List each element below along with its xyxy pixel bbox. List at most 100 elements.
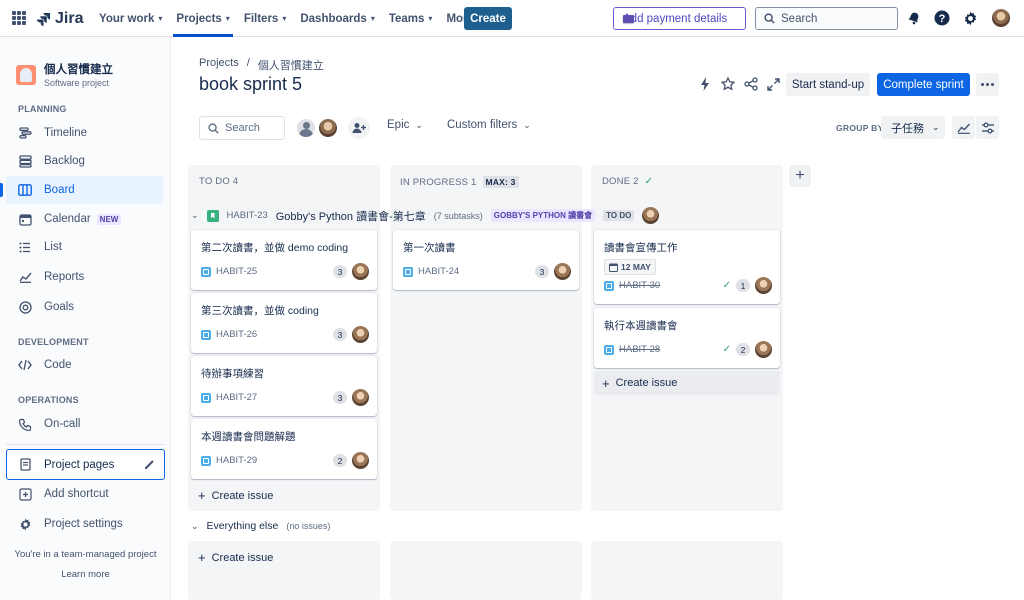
estimate-badge: 3 — [535, 265, 549, 278]
epic-filter[interactable]: Epic ⌄ — [387, 119, 423, 131]
project-name: 個人習慣建立 — [44, 64, 113, 76]
insights-icon[interactable] — [952, 116, 975, 139]
assignee-avatar[interactable] — [317, 117, 339, 139]
sidebar-item-reports[interactable]: Reports — [6, 263, 163, 291]
swimlane-everything-else[interactable]: ⌄ Everything else (no issues) — [191, 520, 330, 532]
sidebar-divider — [6, 444, 165, 445]
due-date-text: 12 MAY — [621, 262, 651, 272]
project-header[interactable]: 個人習慣建立 Software project — [16, 61, 113, 88]
card-assignee-avatar — [554, 263, 571, 280]
team-managed-note: You're in a team-managed project — [14, 549, 157, 560]
share-icon[interactable] — [743, 76, 759, 92]
issue-card[interactable]: 讀書會宣傳工作 12 MAY HABIT-30 ✓ 1 — [594, 230, 780, 304]
create-issue-label: Create issue — [211, 551, 274, 564]
card-key: HABIT-27 — [216, 392, 258, 403]
plus-icon: + — [602, 375, 610, 391]
plus-icon: + — [198, 488, 206, 503]
create-issue-button-other[interactable]: + Create issue — [198, 550, 273, 565]
learn-more-link[interactable]: Learn more — [0, 569, 171, 580]
more-actions-button[interactable] — [976, 73, 999, 96]
sidebar-item-oncall[interactable]: On-call — [6, 410, 163, 438]
board-search-placeholder: Search — [225, 122, 260, 134]
development-section-label: DEVELOPMENT — [18, 337, 89, 347]
timeline-icon — [18, 126, 32, 140]
notifications-icon[interactable] — [906, 10, 922, 26]
sidebar-item-project-settings[interactable]: Project settings — [6, 510, 163, 538]
project-sidebar: 個人習慣建立 Software project PLANNING Timelin… — [0, 37, 171, 600]
board-search-input[interactable]: Search — [199, 116, 285, 140]
group-by-select[interactable]: 子任務 ⌄ — [881, 116, 945, 139]
chevron-down-icon: ⌄ — [191, 210, 199, 220]
project-avatar — [16, 64, 36, 85]
sidebar-item-timeline[interactable]: Timeline — [6, 119, 163, 147]
sidebar-item-label: Goals — [44, 301, 75, 313]
card-assignee-avatar — [352, 452, 369, 469]
nav-projects[interactable]: Projects ▾ — [169, 0, 236, 37]
custom-filters-label: Custom filters — [447, 119, 518, 131]
chevron-down-icon: ⌄ — [415, 119, 423, 130]
credit-card-icon — [623, 14, 634, 23]
add-column-button[interactable]: + — [789, 165, 811, 187]
epic-filter-label: Epic — [387, 119, 410, 131]
sidebar-item-goals[interactable]: Goals — [6, 293, 163, 321]
help-icon[interactable]: ? — [934, 10, 950, 26]
nav-your-work[interactable]: Your work ▾ — [92, 0, 169, 37]
settings-gear-icon[interactable] — [962, 10, 978, 26]
sidebar-item-project-pages[interactable]: Project pages — [6, 449, 165, 480]
issue-card[interactable]: 第三次讀書，並做 coding HABIT-26 3 — [191, 293, 377, 353]
custom-filters[interactable]: Custom filters ⌄ — [447, 119, 531, 131]
nav-teams[interactable]: Teams ▾ — [382, 0, 440, 37]
global-search-input[interactable]: Search — [755, 7, 898, 30]
breadcrumb-project[interactable]: 個人習慣建立 — [258, 57, 324, 73]
column-header-done: DONE 2 ✓ — [602, 176, 653, 187]
due-date-lozenge: 12 MAY — [604, 259, 656, 275]
jira-logo[interactable]: Jira — [36, 10, 83, 28]
sidebar-item-board[interactable]: Board — [0, 176, 163, 204]
issue-card[interactable]: 本週讀書會問題解題 HABIT-29 2 — [191, 419, 377, 479]
sidebar-item-label: Add shortcut — [44, 488, 109, 500]
add-payment-button[interactable]: Add payment details — [613, 7, 746, 30]
start-standup-button[interactable]: Start stand-up — [786, 73, 870, 96]
create-issue-button-todo[interactable]: + Create issue — [198, 488, 273, 503]
epic-lozenge: GOBBY'S PYTHON 讀書會 — [490, 209, 596, 222]
create-button[interactable]: Create — [464, 7, 512, 30]
complete-sprint-button[interactable]: Complete sprint — [877, 73, 970, 96]
issue-card[interactable]: 待辦事項練習 HABIT-27 3 — [191, 356, 377, 416]
sidebar-item-add-shortcut[interactable]: Add shortcut — [6, 480, 163, 508]
unassigned-avatar[interactable] — [295, 117, 317, 139]
calendar-icon — [609, 263, 618, 272]
column-done-other — [591, 541, 783, 600]
breadcrumb-projects[interactable]: Projects — [199, 57, 239, 73]
card-assignee-avatar — [352, 389, 369, 406]
sidebar-item-backlog[interactable]: Backlog — [6, 147, 163, 175]
sidebar-item-code[interactable]: Code — [6, 351, 163, 379]
page-title: book sprint 5 — [199, 74, 303, 94]
add-shortcut-icon — [18, 487, 32, 501]
view-settings-icon[interactable] — [976, 116, 999, 139]
expand-icon[interactable] — [765, 76, 781, 92]
issue-card[interactable]: 第二次讀書，並做 demo coding HABIT-25 3 — [191, 230, 377, 290]
create-issue-button-done[interactable]: + Create issue — [594, 371, 780, 395]
lightning-icon[interactable] — [697, 76, 713, 92]
subtask-icon — [201, 329, 211, 340]
status-lozenge: TO DO — [603, 210, 635, 221]
sidebar-item-label: Backlog — [44, 155, 85, 167]
chevron-down-icon: ▾ — [158, 14, 163, 23]
add-person-icon[interactable] — [348, 117, 370, 139]
issue-card[interactable]: 第一次讀書 HABIT-24 3 — [393, 230, 579, 290]
card-assignee-avatar — [352, 326, 369, 343]
nav-dashboards[interactable]: Dashboards ▾ — [293, 0, 381, 37]
reports-icon — [18, 270, 32, 284]
pencil-icon[interactable] — [143, 458, 156, 471]
sidebar-item-calendar[interactable]: Calendar NEW — [6, 205, 163, 233]
sidebar-item-list[interactable]: List — [6, 233, 163, 261]
swimlane-header[interactable]: ⌄ HABIT-23 Gobby's Python 讀書會-第七章 (7 sub… — [191, 207, 660, 224]
user-avatar[interactable] — [992, 9, 1010, 27]
nav-filters[interactable]: Filters ▾ — [237, 0, 294, 37]
sidebar-item-label: Reports — [44, 271, 85, 283]
card-key: HABIT-29 — [216, 455, 258, 466]
calendar-icon — [18, 212, 32, 226]
issue-card[interactable]: 執行本週讀書會 HABIT-28 ✓ 2 — [594, 308, 780, 368]
star-icon[interactable] — [720, 76, 736, 92]
app-switcher-icon[interactable] — [12, 11, 26, 25]
